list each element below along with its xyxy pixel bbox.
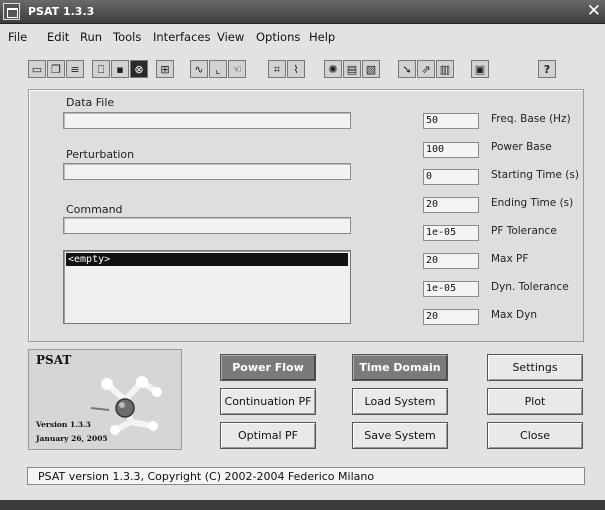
data-file-label: Data File	[66, 96, 115, 109]
copy-icon[interactable]: ❐	[47, 60, 65, 78]
freq-base-input[interactable]: 50	[423, 113, 479, 129]
bars-icon[interactable]: ▥	[436, 60, 454, 78]
file-icon[interactable]: ≡	[66, 60, 84, 78]
preview-icon[interactable]: ⎕	[92, 60, 110, 78]
help-icon[interactable]: ?	[538, 60, 556, 78]
open-folder-icon[interactable]: ▭	[28, 60, 46, 78]
ending-time-input[interactable]: 20	[423, 197, 479, 213]
molecule-logo-icon	[90, 376, 162, 435]
continuation-pf-button[interactable]: Continuation PF	[220, 388, 316, 415]
menu-help[interactable]: Help	[309, 30, 335, 44]
pf-tolerance-input[interactable]: 1e-05	[423, 225, 479, 241]
logo-title: PSAT	[36, 353, 72, 367]
max-pf-input[interactable]: 20	[423, 253, 479, 269]
plot-icon[interactable]: ⌇	[287, 60, 305, 78]
command-field[interactable]	[63, 217, 351, 234]
hand-icon[interactable]: ☜	[228, 60, 246, 78]
report-icon[interactable]: ⊞	[156, 60, 174, 78]
sine-wave-icon[interactable]: ∿	[190, 60, 208, 78]
command-label: Command	[66, 203, 123, 216]
max-dyn-input[interactable]: 20	[423, 309, 479, 325]
signal-icon[interactable]: ⇗	[417, 60, 435, 78]
load-system-button[interactable]: Load System	[352, 388, 448, 415]
menu-view[interactable]: View	[217, 30, 244, 44]
power-base-input[interactable]: 100	[423, 142, 479, 158]
list-item[interactable]: <empty>	[66, 253, 348, 266]
close-window-icon[interactable]: ✕	[587, 1, 601, 21]
starting-time-label: Starting Time (s)	[491, 169, 579, 181]
time-domain-button[interactable]: Time Domain	[352, 354, 448, 381]
document-icon[interactable]: ▤	[343, 60, 361, 78]
command-listbox[interactable]: <empty>	[63, 250, 351, 324]
image-icon[interactable]: ▧	[362, 60, 380, 78]
network-icon[interactable]: ⌗	[268, 60, 286, 78]
menu-options[interactable]: Options	[256, 30, 300, 44]
menu-tools[interactable]: Tools	[113, 30, 141, 44]
max-dyn-label: Max Dyn	[491, 309, 537, 321]
close-circle-icon[interactable]: ⊗	[130, 60, 148, 78]
dyn-tolerance-label: Dyn. Tolerance	[491, 281, 569, 293]
save-disk-icon[interactable]: ▪	[111, 60, 129, 78]
window-menu-icon[interactable]	[3, 3, 20, 20]
perturbation-field[interactable]	[63, 163, 351, 180]
menu-interfaces[interactable]: Interfaces	[153, 30, 210, 44]
menu-run[interactable]: Run	[80, 30, 102, 44]
logo-version: Version 1.3.3	[36, 420, 91, 429]
power-base-label: Power Base	[491, 141, 552, 153]
book-icon[interactable]: ▣	[471, 60, 489, 78]
perturbation-label: Perturbation	[66, 148, 135, 161]
dyn-tolerance-input[interactable]: 1e-05	[423, 281, 479, 297]
data-file-field[interactable]	[63, 112, 351, 129]
save-system-button[interactable]: Save System	[352, 422, 448, 449]
ending-time-label: Ending Time (s)	[491, 197, 574, 209]
logo-date: January 26, 2005	[36, 434, 108, 443]
window-title: PSAT 1.3.3	[28, 5, 95, 18]
menu-file[interactable]: File	[8, 30, 27, 44]
settings-button[interactable]: Settings	[487, 354, 583, 381]
plot-button[interactable]: Plot	[487, 388, 583, 415]
gear-circle-icon[interactable]: ✺	[324, 60, 342, 78]
chart-icon[interactable]: ⌞	[209, 60, 227, 78]
pf-tolerance-label: PF Tolerance	[491, 225, 557, 237]
title-bar: PSAT 1.3.3 ✕	[0, 0, 605, 24]
arrow-icon[interactable]: ➘	[398, 60, 416, 78]
close-button[interactable]: Close	[487, 422, 583, 449]
max-pf-label: Max PF	[491, 253, 529, 265]
menu-edit[interactable]: Edit	[47, 30, 69, 44]
status-bar: PSAT version 1.3.3, Copyright (C) 2002-2…	[27, 467, 585, 485]
power-flow-button[interactable]: Power Flow	[220, 354, 316, 381]
freq-base-label: Freq. Base (Hz)	[491, 113, 571, 125]
optimal-pf-button[interactable]: Optimal PF	[220, 422, 316, 449]
psat-logo-panel: PSAT Version 1.3.3 January 26, 2005	[28, 349, 182, 450]
starting-time-input[interactable]: 0	[423, 169, 479, 185]
bottom-border	[0, 500, 605, 510]
